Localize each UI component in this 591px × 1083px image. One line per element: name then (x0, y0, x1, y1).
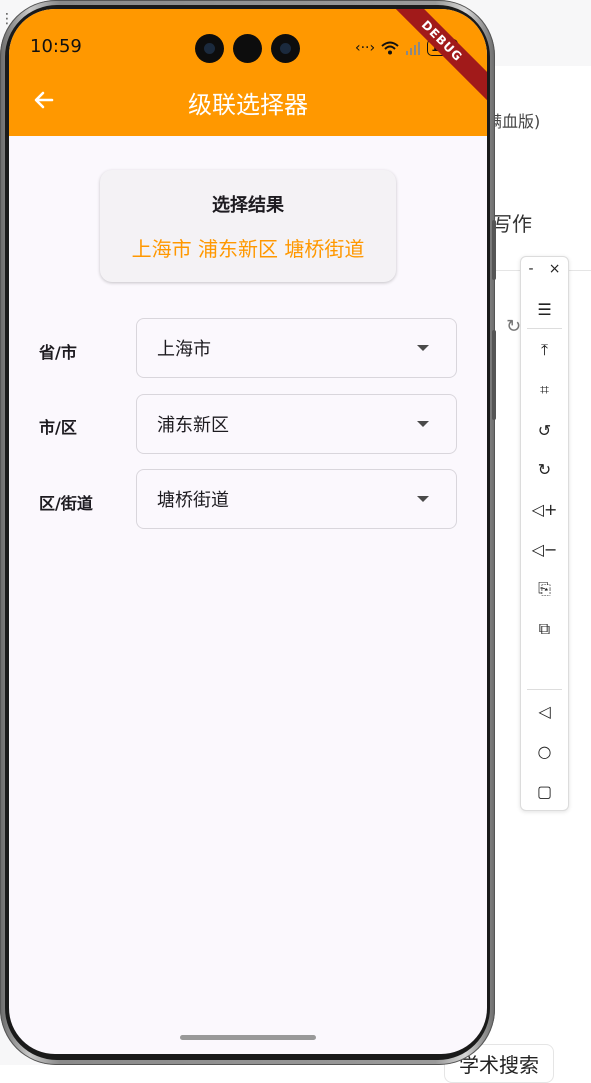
volume-button (492, 220, 496, 280)
fold-button[interactable]: ⎘ (521, 576, 568, 602)
district-label: 区/街道 (39, 494, 93, 513)
overview-icon: ▢ (536, 781, 553, 801)
chevron-down-icon (417, 421, 429, 427)
province-dropdown[interactable]: 上海市 (136, 318, 457, 378)
rotate-right-icon: ↻ (537, 459, 552, 479)
nav-back-button[interactable]: ◁ (521, 698, 568, 724)
app-bar: 10:59 ‹··› 100 DEBUG 级联选择器 (9, 9, 487, 136)
fold-icon: ⎘ (538, 579, 551, 598)
chevron-down-icon (417, 496, 429, 502)
rotate-left-icon: ↺ (537, 420, 552, 440)
screenshot-button[interactable]: ⌗ (521, 377, 568, 403)
signal-icon (406, 41, 421, 55)
camera-cutout (195, 34, 300, 63)
pin-top-icon: ⤒ (540, 340, 549, 359)
page-title: 级联选择器 (188, 91, 308, 119)
minimize-button[interactable]: - (529, 261, 534, 277)
data-transfer-icon: ‹··› (355, 39, 376, 56)
divider (527, 328, 562, 329)
power-button (492, 330, 496, 420)
back-icon: ◁ (538, 701, 551, 721)
multi-device-icon: ⧉ (538, 619, 551, 638)
result-card: 选择结果 上海市 浦东新区 塘桥街道 (100, 170, 396, 282)
multi-device-button[interactable]: ⧉ (521, 616, 568, 642)
camera-icon (233, 34, 262, 63)
volume-up-icon: ◁+ (531, 499, 558, 519)
home-indicator[interactable] (180, 1035, 316, 1040)
emulator-toolbar: - × ☰ ⤒ ⌗ ↺ ↻ ◁+ ◁− ⎘ ⧉ ◁ ○ ▢ (520, 256, 569, 811)
rotate-right-button[interactable]: ↻ (521, 456, 568, 482)
menu-icon: ☰ (537, 299, 552, 319)
divider (527, 689, 562, 690)
camera-icon (195, 34, 224, 63)
phone-screen: 10:59 ‹··› 100 DEBUG 级联选择器 选 (9, 9, 487, 1054)
chevron-down-icon (417, 345, 429, 351)
phone-frame: 10:59 ‹··› 100 DEBUG 级联选择器 选 (0, 0, 496, 1065)
province-value: 上海市 (157, 339, 211, 360)
volume-up-button[interactable]: ◁+ (521, 496, 568, 522)
nav-overview-button[interactable]: ▢ (521, 778, 568, 804)
nav-home-button[interactable]: ○ (521, 738, 568, 764)
camera-icon (271, 34, 300, 63)
crop-icon: ⌗ (539, 380, 549, 399)
close-button[interactable]: × (549, 261, 561, 277)
volume-down-icon: ◁− (531, 539, 558, 559)
rotate-left-button[interactable]: ↺ (521, 417, 568, 443)
wifi-icon (381, 41, 399, 54)
toolbar-window-controls: - × (521, 261, 568, 277)
district-dropdown[interactable]: 塘桥街道 (136, 469, 457, 529)
home-icon: ○ (537, 741, 552, 761)
status-bar: 10:59 ‹··› 100 DEBUG (9, 9, 487, 102)
background-writing-link[interactable]: 写作 (492, 208, 532, 237)
city-dropdown[interactable]: 浦东新区 (136, 394, 457, 454)
city-label: 市/区 (39, 418, 77, 437)
volume-down-button[interactable]: ◁− (521, 536, 568, 562)
district-value: 塘桥街道 (157, 490, 229, 511)
pin-top-button[interactable]: ⤒ (521, 337, 568, 363)
result-label: 选择结果 (212, 195, 284, 216)
status-time: 10:59 (30, 36, 82, 57)
menu-button[interactable]: ☰ (521, 296, 568, 322)
result-value: 上海市 浦东新区 塘桥街道 (131, 237, 365, 261)
city-value: 浦东新区 (157, 415, 229, 436)
province-label: 省/市 (39, 343, 77, 362)
